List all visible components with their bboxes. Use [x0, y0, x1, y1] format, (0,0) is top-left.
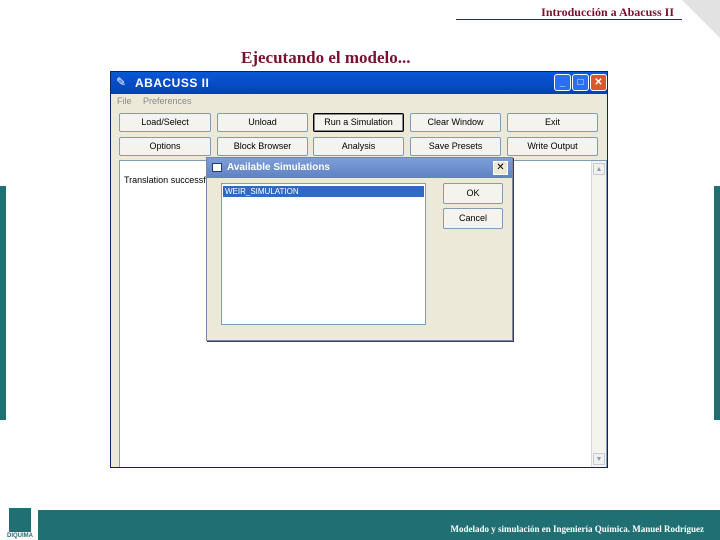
scroll-up-icon[interactable]: ▲ [593, 163, 605, 175]
output-scrollbar[interactable]: ▲ ▼ [591, 161, 606, 467]
close-button[interactable]: ✕ [590, 74, 607, 91]
options-button[interactable]: Options [119, 137, 211, 156]
right-accent-bar [714, 186, 720, 420]
run-simulation-button[interactable]: Run a Simulation [313, 113, 404, 132]
page-corner-fold [682, 0, 720, 38]
window-title: ABACUSS II [135, 76, 210, 90]
menu-file[interactable]: File [117, 96, 132, 106]
minimize-button[interactable]: _ [554, 74, 571, 91]
write-output-button[interactable]: Write Output [507, 137, 598, 156]
header-rule [456, 19, 682, 20]
pencil-icon: ✎ [116, 75, 127, 89]
load-select-button[interactable]: Load/Select [119, 113, 211, 132]
scroll-down-icon[interactable]: ▼ [593, 453, 605, 465]
logo-text: DIQUIMA [7, 533, 33, 539]
block-browser-button[interactable]: Block Browser [217, 137, 308, 156]
dialog-title-bar[interactable]: Available Simulations ✕ [207, 158, 512, 178]
maximize-button[interactable]: □ [572, 74, 589, 91]
exit-button[interactable]: Exit [507, 113, 598, 132]
slide-title: Ejecutando el modelo... [241, 48, 411, 67]
window-icon [212, 163, 222, 172]
available-simulations-dialog: Available Simulations ✕ WEIR_SIMULATION … [206, 157, 513, 341]
window-title-bar[interactable]: ✎ ABACUSS II _ □ ✕ [111, 72, 607, 94]
ok-button[interactable]: OK [443, 183, 503, 204]
analysis-button[interactable]: Analysis [313, 137, 404, 156]
footer-band: Modelado y simulación en Ingeniería Quím… [38, 510, 720, 540]
save-presets-button[interactable]: Save Presets [410, 137, 501, 156]
menu-bar: File Preferences [111, 94, 607, 111]
simulation-list[interactable]: WEIR_SIMULATION [221, 183, 426, 325]
unload-button[interactable]: Unload [217, 113, 308, 132]
diquima-logo: DIQUIMA [2, 506, 36, 540]
slide-header: Introducción a Abacuss II [541, 5, 674, 19]
menu-preferences[interactable]: Preferences [143, 96, 192, 106]
output-message: Translation successful. [124, 175, 216, 185]
dialog-title: Available Simulations [227, 162, 330, 173]
footer-text: Modelado y simulación en Ingeniería Quím… [450, 524, 705, 534]
list-item[interactable]: WEIR_SIMULATION [223, 186, 424, 197]
clear-window-button[interactable]: Clear Window [410, 113, 501, 132]
cancel-button[interactable]: Cancel [443, 208, 503, 229]
left-accent-bar [0, 186, 6, 420]
dialog-close-button[interactable]: ✕ [493, 161, 508, 175]
logo-mark-icon [9, 508, 31, 532]
